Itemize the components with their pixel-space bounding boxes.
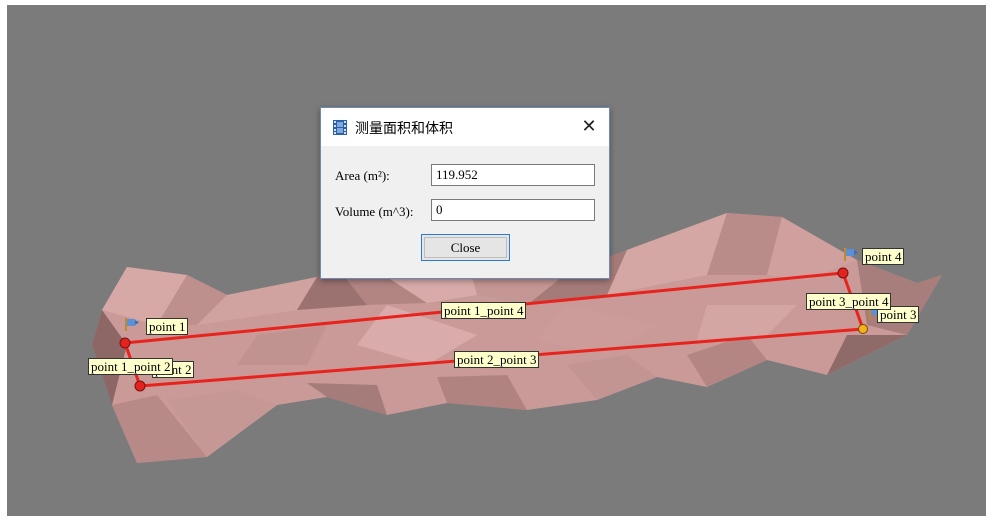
point-label: point 1 [146, 318, 189, 335]
flag-icon [125, 318, 139, 331]
close-button[interactable]: Close [421, 234, 510, 261]
point-label: point 4 [862, 248, 905, 265]
close-x-icon[interactable]: ✕ [577, 114, 601, 140]
volume-label: Volume (m^3): [335, 204, 414, 219]
measure-dialog: 测量面积和体积 ✕ Area (m²): Volume (m^3): Close [320, 107, 610, 279]
dialog-title: 测量面积和体积 [355, 121, 453, 137]
point-4-marker[interactable] [837, 267, 849, 279]
film-strip-icon [333, 120, 347, 135]
segment-label: point 1_point 2 [88, 358, 174, 375]
point-1-marker[interactable] [119, 337, 131, 349]
segment-label: point 3_point 4 [806, 293, 892, 310]
volume-field[interactable] [431, 199, 595, 221]
flag-icon [844, 248, 858, 261]
mesh-facet [307, 383, 387, 415]
segment-label: point 2_point 3 [454, 351, 540, 368]
dialog-titlebar[interactable]: 测量面积和体积 ✕ [321, 108, 609, 146]
point-2-marker[interactable] [134, 380, 146, 392]
area-field[interactable] [431, 164, 595, 186]
point-3-marker[interactable] [858, 324, 868, 334]
segment-label: point 1_point 4 [441, 302, 527, 319]
area-label: Area (m²): [335, 168, 390, 183]
